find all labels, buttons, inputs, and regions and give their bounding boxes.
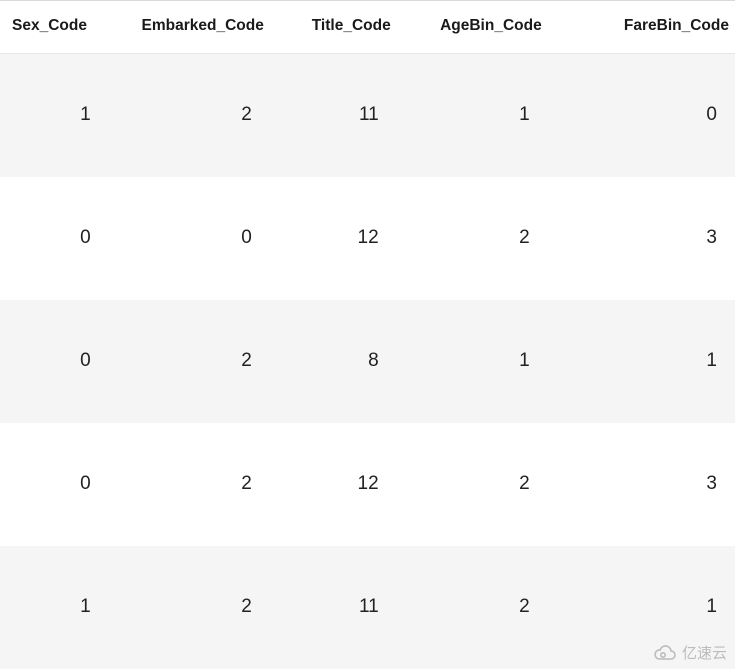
col-header-title: Title_Code	[270, 1, 397, 54]
col-header-embarked: Embarked_Code	[109, 1, 270, 54]
cell: 3	[548, 423, 735, 546]
cell: 12	[270, 177, 397, 300]
col-header-agebin: AgeBin_Code	[397, 1, 548, 54]
col-header-farebin: FareBin_Code	[548, 1, 735, 54]
cell: 0	[0, 300, 109, 423]
code-table: Sex_Code Embarked_Code Title_Code AgeBin…	[0, 1, 735, 669]
cell: 1	[0, 546, 109, 669]
cell: 12	[270, 423, 397, 546]
cell: 2	[109, 300, 270, 423]
cell: 3	[548, 177, 735, 300]
cell: 2	[109, 54, 270, 177]
cell: 1	[397, 300, 548, 423]
cell: 2	[109, 423, 270, 546]
cell: 0	[548, 54, 735, 177]
table-row: 1 2 11 2 1	[0, 546, 735, 669]
table-row: 0 0 12 2 3	[0, 177, 735, 300]
cell: 1	[0, 54, 109, 177]
table-row: 0 2 12 2 3	[0, 423, 735, 546]
cell: 2	[109, 546, 270, 669]
cell: 2	[397, 423, 548, 546]
cell: 8	[270, 300, 397, 423]
cell: 2	[397, 546, 548, 669]
cell: 0	[0, 423, 109, 546]
cell: 1	[548, 300, 735, 423]
cell: 2	[397, 177, 548, 300]
cell: 0	[0, 177, 109, 300]
cell: 11	[270, 54, 397, 177]
col-header-sex: Sex_Code	[0, 1, 109, 54]
cell: 11	[270, 546, 397, 669]
cell: 1	[548, 546, 735, 669]
cell: 0	[109, 177, 270, 300]
data-table: Sex_Code Embarked_Code Title_Code AgeBin…	[0, 0, 735, 669]
table-row: 1 2 11 1 0	[0, 54, 735, 177]
cell: 1	[397, 54, 548, 177]
header-row: Sex_Code Embarked_Code Title_Code AgeBin…	[0, 1, 735, 54]
table-row: 0 2 8 1 1	[0, 300, 735, 423]
